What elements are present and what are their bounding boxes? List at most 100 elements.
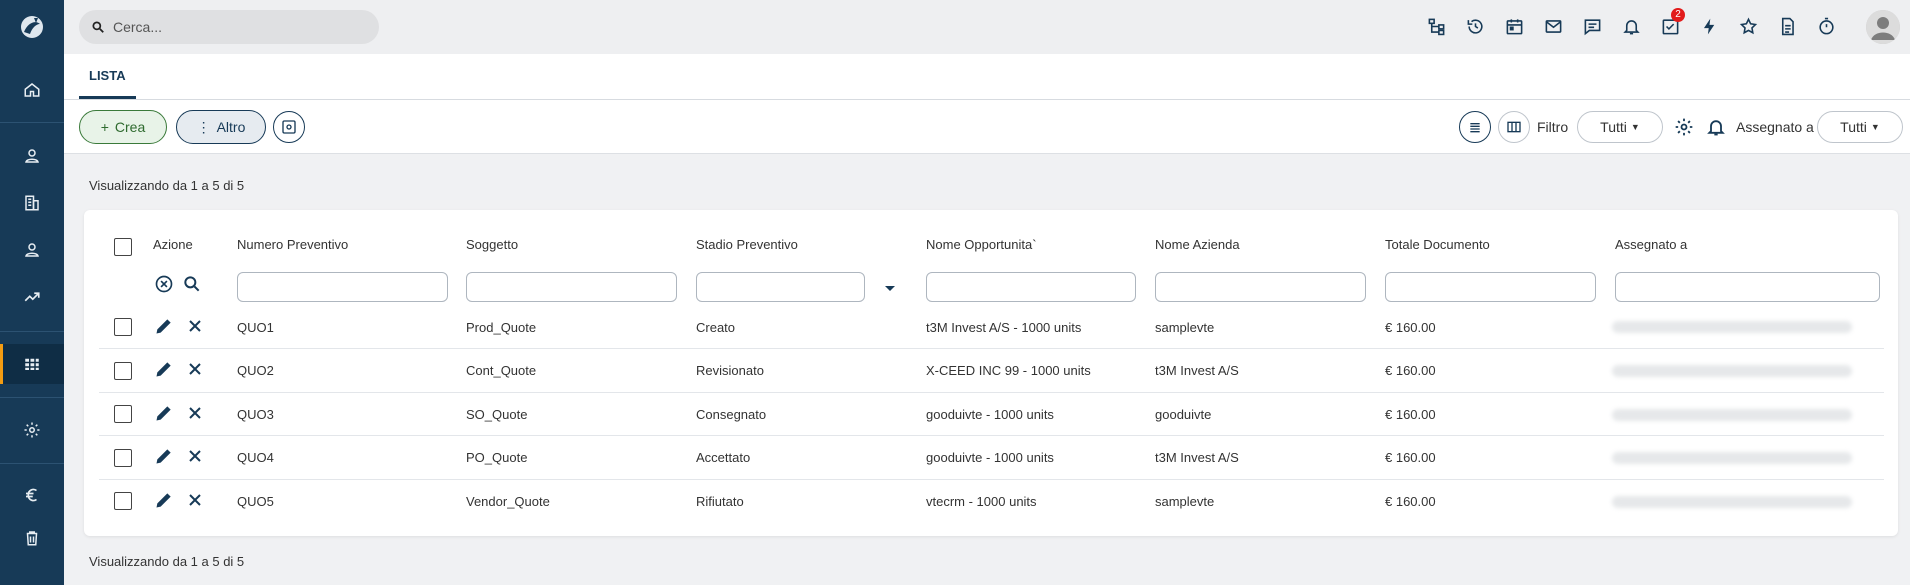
filter-stadio-select[interactable] bbox=[696, 272, 865, 302]
trash-icon bbox=[26, 531, 38, 546]
cell-azienda[interactable]: t3M Invest A/S bbox=[1155, 450, 1239, 465]
more-label: Altro bbox=[216, 119, 246, 135]
more-button[interactable]: ⋮ Altro bbox=[176, 110, 266, 144]
edit-icon[interactable] bbox=[154, 359, 174, 379]
row-checkbox[interactable] bbox=[114, 405, 132, 423]
cell-soggetto[interactable]: Prod_Quote bbox=[466, 320, 536, 335]
person-icon bbox=[25, 243, 39, 257]
cell-azienda[interactable]: t3M Invest A/S bbox=[1155, 363, 1239, 378]
assigned-to-dropdown[interactable]: Tutti ▼ bbox=[1817, 111, 1903, 143]
filter-numero-input[interactable] bbox=[237, 272, 448, 302]
plus-icon: + bbox=[100, 119, 109, 135]
person-icon bbox=[25, 149, 39, 163]
sidebar-item-finance[interactable] bbox=[0, 475, 64, 515]
filter-totale-input[interactable] bbox=[1385, 272, 1596, 302]
sidebar-item-settings[interactable] bbox=[0, 410, 64, 450]
column-header-numero[interactable]: Numero Preventivo bbox=[237, 237, 348, 252]
row-checkbox[interactable] bbox=[114, 492, 132, 510]
cell-totale: € 160.00 bbox=[1385, 407, 1436, 422]
column-header-opportunita[interactable]: Nome Opportunita` bbox=[926, 237, 1037, 252]
bolt-icon[interactable] bbox=[1697, 13, 1721, 39]
row-checkbox[interactable] bbox=[114, 318, 132, 336]
cell-totale: € 160.00 bbox=[1385, 494, 1436, 509]
column-header-stadio[interactable]: Stadio Preventivo bbox=[696, 237, 798, 252]
sidebar-item-sales[interactable] bbox=[0, 277, 64, 317]
filter-value: Tutti bbox=[1600, 119, 1627, 135]
edit-icon[interactable] bbox=[154, 490, 174, 510]
filter-soggetto-input[interactable] bbox=[466, 272, 677, 302]
row-checkbox[interactable] bbox=[114, 362, 132, 380]
cell-totale: € 160.00 bbox=[1385, 320, 1436, 335]
cell-opportunita[interactable]: gooduivte - 1000 units bbox=[926, 407, 1054, 422]
sidebar-item-grid[interactable] bbox=[0, 344, 64, 384]
edit-icon[interactable] bbox=[154, 446, 174, 466]
bell-icon[interactable] bbox=[1619, 13, 1643, 39]
filter-azienda-input[interactable] bbox=[1155, 272, 1366, 302]
sidebar-item-home[interactable] bbox=[0, 70, 64, 110]
cell-soggetto[interactable]: SO_Quote bbox=[466, 407, 527, 422]
calendar-icon[interactable] bbox=[1502, 13, 1526, 39]
tasks-icon[interactable]: 2 bbox=[1658, 8, 1685, 39]
cell-opportunita[interactable]: gooduivte - 1000 units bbox=[926, 450, 1054, 465]
column-header-soggetto[interactable]: Soggetto bbox=[466, 237, 518, 252]
cell-opportunita[interactable]: t3M Invest A/S - 1000 units bbox=[926, 320, 1081, 335]
filter-dropdown[interactable]: Tutti ▼ bbox=[1577, 111, 1663, 143]
filter-stadio-caret-icon[interactable] bbox=[880, 278, 900, 298]
cell-totale: € 160.00 bbox=[1385, 450, 1436, 465]
create-button[interactable]: + Crea bbox=[79, 110, 167, 144]
mail-icon[interactable] bbox=[1541, 13, 1565, 39]
app-logo-icon[interactable] bbox=[16, 12, 48, 42]
sidebar-item-leads[interactable] bbox=[0, 230, 64, 270]
star-icon[interactable] bbox=[1736, 13, 1760, 39]
delete-icon[interactable] bbox=[185, 316, 205, 336]
cell-numero[interactable]: QUO2 bbox=[237, 363, 274, 378]
cell-numero[interactable]: QUO1 bbox=[237, 320, 274, 335]
cell-assegnato-redacted bbox=[1612, 409, 1852, 421]
delete-icon[interactable] bbox=[185, 446, 205, 466]
tab-lista[interactable]: LISTA bbox=[79, 54, 136, 99]
sidebar-item-contacts[interactable] bbox=[0, 136, 64, 176]
kanban-view-button[interactable] bbox=[1498, 111, 1530, 143]
sidebar-item-companies[interactable] bbox=[0, 183, 64, 223]
edit-icon[interactable] bbox=[154, 316, 174, 336]
search-input[interactable] bbox=[113, 19, 363, 35]
hierarchy-icon[interactable] bbox=[1424, 13, 1448, 39]
edit-icon[interactable] bbox=[154, 403, 174, 423]
cell-opportunita[interactable]: X-CEED INC 99 - 1000 units bbox=[926, 363, 1091, 378]
history-icon[interactable] bbox=[1463, 13, 1487, 39]
delete-icon[interactable] bbox=[185, 403, 205, 423]
user-avatar[interactable] bbox=[1866, 10, 1900, 44]
cell-numero[interactable]: QUO3 bbox=[237, 407, 274, 422]
document-icon[interactable] bbox=[1775, 13, 1799, 39]
global-search[interactable] bbox=[79, 10, 379, 44]
cell-soggetto[interactable]: Vendor_Quote bbox=[466, 494, 550, 509]
search-filter-icon[interactable] bbox=[182, 274, 202, 294]
list-settings-icon[interactable] bbox=[1673, 116, 1695, 138]
column-header-azienda[interactable]: Nome Azienda bbox=[1155, 237, 1240, 252]
record-settings-button[interactable] bbox=[273, 111, 305, 143]
sidebar bbox=[0, 0, 64, 585]
cell-soggetto[interactable]: PO_Quote bbox=[466, 450, 527, 465]
cell-azienda[interactable]: samplevte bbox=[1155, 494, 1214, 509]
cell-numero[interactable]: QUO5 bbox=[237, 494, 274, 509]
list-notifications-icon[interactable] bbox=[1705, 116, 1727, 138]
delete-icon[interactable] bbox=[185, 359, 205, 379]
cell-soggetto[interactable]: Cont_Quote bbox=[466, 363, 536, 378]
column-header-assegnato[interactable]: Assegnato a bbox=[1615, 237, 1687, 252]
chat-icon[interactable] bbox=[1580, 13, 1604, 39]
clear-filter-icon[interactable] bbox=[154, 274, 174, 294]
cell-stadio: Revisionato bbox=[696, 363, 764, 378]
cell-azienda[interactable]: gooduivte bbox=[1155, 407, 1211, 422]
list-view-button[interactable] bbox=[1459, 111, 1491, 143]
cell-opportunita[interactable]: vtecrm - 1000 units bbox=[926, 494, 1037, 509]
delete-icon[interactable] bbox=[185, 490, 205, 510]
column-header-totale[interactable]: Totale Documento bbox=[1385, 237, 1490, 252]
cell-numero[interactable]: QUO4 bbox=[237, 450, 274, 465]
timer-icon[interactable] bbox=[1814, 13, 1838, 39]
row-checkbox[interactable] bbox=[114, 449, 132, 467]
select-all-checkbox[interactable] bbox=[114, 238, 132, 256]
filter-opportunita-input[interactable] bbox=[926, 272, 1136, 302]
sidebar-item-trash[interactable] bbox=[0, 518, 64, 558]
cell-azienda[interactable]: samplevte bbox=[1155, 320, 1214, 335]
filter-assegnato-input[interactable] bbox=[1615, 272, 1880, 302]
